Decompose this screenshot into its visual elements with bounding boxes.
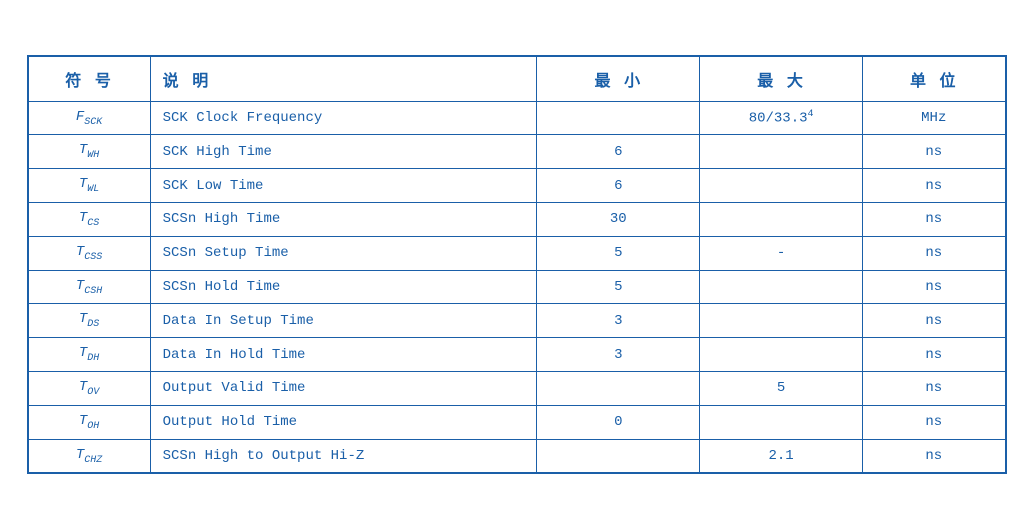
max-cell: [700, 405, 863, 439]
min-cell: [537, 371, 700, 405]
table-row: TCHZSCSn High to Output Hi-Z 2.1ns: [28, 439, 1005, 473]
symbol-cell: TCS: [28, 203, 150, 237]
max-cell: [700, 135, 863, 169]
description-cell: SCSn Setup Time: [150, 236, 537, 270]
unit-cell: ns: [863, 203, 1005, 237]
description-cell: Data In Setup Time: [150, 304, 537, 338]
description-cell: SCK Clock Frequency: [150, 101, 537, 135]
min-cell: 3: [537, 338, 700, 372]
table-row: FSCKSCK Clock Frequency 80/33.34MHz: [28, 101, 1005, 135]
symbol-cell: TOH: [28, 405, 150, 439]
min-cell: [537, 439, 700, 473]
symbol-cell: TCHZ: [28, 439, 150, 473]
table-row: TDSData In Setup Time3 ns: [28, 304, 1005, 338]
description-cell: SCSn High to Output Hi-Z: [150, 439, 537, 473]
unit-cell: MHz: [863, 101, 1005, 135]
symbol-cell: TDH: [28, 338, 150, 372]
unit-cell: ns: [863, 135, 1005, 169]
symbol-cell: TWL: [28, 169, 150, 203]
max-cell: [700, 338, 863, 372]
min-cell: 0: [537, 405, 700, 439]
unit-cell: ns: [863, 236, 1005, 270]
header-symbol: 符 号: [28, 56, 150, 101]
max-cell: 5: [700, 371, 863, 405]
table-header-row: 符 号 说 明 最 小 最 大 单 位: [28, 56, 1005, 101]
symbol-cell: TCSH: [28, 270, 150, 304]
description-cell: Output Valid Time: [150, 371, 537, 405]
description-cell: SCSn High Time: [150, 203, 537, 237]
min-cell: 30: [537, 203, 700, 237]
max-cell: [700, 270, 863, 304]
table-row: TDHData In Hold Time3 ns: [28, 338, 1005, 372]
unit-cell: ns: [863, 405, 1005, 439]
max-cell: 2.1: [700, 439, 863, 473]
table-row: TCSSCSn High Time30 ns: [28, 203, 1005, 237]
symbol-cell: TDS: [28, 304, 150, 338]
timing-table-container: 符 号 说 明 最 小 最 大 单 位 FSCKSCK Clock Freque…: [27, 55, 1007, 475]
min-cell: 3: [537, 304, 700, 338]
table-row: TCSHSCSn Hold Time5 ns: [28, 270, 1005, 304]
max-cell: [700, 203, 863, 237]
min-cell: 6: [537, 169, 700, 203]
description-cell: SCK High Time: [150, 135, 537, 169]
table-body: FSCKSCK Clock Frequency80/33.34MHzTWHSCK…: [28, 101, 1005, 473]
table-row: TOVOutput Valid Time 5ns: [28, 371, 1005, 405]
table-row: TOHOutput Hold Time0 ns: [28, 405, 1005, 439]
unit-cell: ns: [863, 338, 1005, 372]
unit-cell: ns: [863, 169, 1005, 203]
max-cell: -: [700, 236, 863, 270]
symbol-cell: FSCK: [28, 101, 150, 135]
header-min: 最 小: [537, 56, 700, 101]
symbol-cell: TOV: [28, 371, 150, 405]
description-cell: Output Hold Time: [150, 405, 537, 439]
description-cell: SCK Low Time: [150, 169, 537, 203]
header-description: 说 明: [150, 56, 537, 101]
symbol-cell: TCSS: [28, 236, 150, 270]
max-cell: 80/33.34: [700, 101, 863, 135]
unit-cell: ns: [863, 439, 1005, 473]
min-cell: 5: [537, 270, 700, 304]
min-cell: 5: [537, 236, 700, 270]
table-row: TWLSCK Low Time6 ns: [28, 169, 1005, 203]
table-row: TCSSSCSn Setup Time5-ns: [28, 236, 1005, 270]
min-cell: 6: [537, 135, 700, 169]
max-cell: [700, 304, 863, 338]
header-unit: 单 位: [863, 56, 1005, 101]
timing-table: 符 号 说 明 最 小 最 大 单 位 FSCKSCK Clock Freque…: [28, 56, 1006, 474]
unit-cell: ns: [863, 270, 1005, 304]
description-cell: SCSn Hold Time: [150, 270, 537, 304]
description-cell: Data In Hold Time: [150, 338, 537, 372]
max-cell: [700, 169, 863, 203]
min-cell: [537, 101, 700, 135]
header-max: 最 大: [700, 56, 863, 101]
table-row: TWHSCK High Time6 ns: [28, 135, 1005, 169]
symbol-cell: TWH: [28, 135, 150, 169]
unit-cell: ns: [863, 304, 1005, 338]
unit-cell: ns: [863, 371, 1005, 405]
